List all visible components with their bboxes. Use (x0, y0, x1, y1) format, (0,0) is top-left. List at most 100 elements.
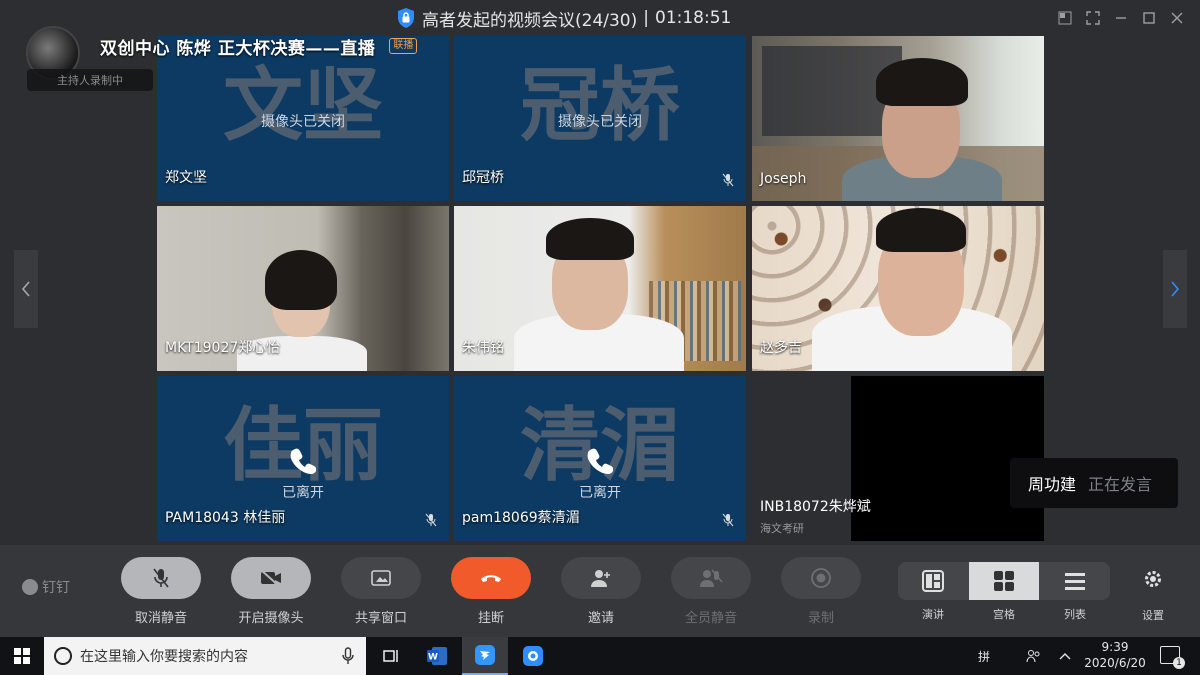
notification-center-icon[interactable]: 1 (1160, 646, 1185, 669)
settings-control[interactable]: 设置 (1136, 569, 1170, 623)
participant-name: Joseph (760, 171, 807, 187)
invite-button[interactable] (561, 557, 641, 599)
mute-all-button[interactable] (671, 557, 751, 599)
record-label: 录制 (807, 611, 834, 626)
layout-speaker-icon (922, 570, 944, 592)
layout-grid-button[interactable] (969, 562, 1039, 600)
share-window-icon (371, 570, 391, 586)
start-button[interactable] (0, 637, 44, 675)
window-controls (1054, 8, 1188, 28)
mute-all-label: 全员静音 (684, 611, 737, 626)
add-person-icon (591, 570, 610, 587)
clock-date: 2020/6/20 (1084, 656, 1146, 670)
hangup-label: 挂断 (477, 611, 504, 626)
participant-tile[interactable]: 清湄 已离开 pam18069蔡清湄 (454, 376, 746, 541)
avatar-text: 冠桥 (520, 59, 680, 152)
title-separator: | (643, 8, 649, 28)
participant-name: INB18072朱烨斌 (760, 499, 871, 515)
participant-tile[interactable]: 冠桥 摄像头已关闭 邱冠桥 (454, 36, 746, 201)
phone-icon (290, 448, 316, 474)
settings-label: 设置 (1142, 609, 1164, 622)
unmute-control: 取消静音 (121, 557, 201, 626)
dingtalk-app-button[interactable] (462, 637, 508, 675)
word-app-button[interactable]: W (414, 637, 460, 675)
meeting-window: 高者发起的视频会议(24/30) | 01:18:51 双创中心 陈烨 正大杯决… (0, 0, 1200, 675)
phone-hangup-icon (481, 575, 501, 582)
participant-video[interactable]: MKT19027郑心怡 (157, 206, 449, 371)
close-icon[interactable] (1166, 8, 1188, 28)
minimize-icon[interactable] (1110, 8, 1132, 28)
pip-icon[interactable] (1054, 8, 1076, 28)
layout-grid-label: 宫格 (993, 608, 1015, 621)
ime-indicator[interactable]: 拼 (978, 637, 990, 675)
participant-video[interactable]: Joseph (752, 36, 1044, 201)
prev-page-button[interactable] (14, 250, 38, 328)
ime-label: 拼 (978, 649, 991, 664)
windows-start-icon (14, 648, 30, 664)
next-page-button[interactable] (1163, 250, 1187, 328)
camera-button[interactable] (231, 557, 311, 599)
avatar-text: 文坚 (223, 59, 383, 152)
mic-muted-icon (425, 513, 437, 527)
left-status: 已离开 (282, 485, 324, 501)
clock-time: 9:39 (1101, 640, 1129, 654)
video-meeting-icon (523, 646, 543, 666)
chevron-left-icon (21, 281, 30, 297)
mic-muted-icon (153, 568, 169, 588)
live-badge: 联播 (389, 38, 418, 54)
svg-text:W: W (428, 653, 438, 663)
camera-off-icon (260, 569, 281, 587)
hangup-button[interactable] (451, 557, 531, 599)
layout-speaker-button[interactable] (898, 562, 968, 600)
chevron-right-icon (1171, 281, 1180, 297)
gear-icon (1145, 571, 1161, 587)
meeting-title: 高者发起的视频会议(24/30) | 01:18:51 (396, 6, 731, 31)
share-button[interactable] (341, 557, 421, 599)
participant-tile[interactable]: INB18072朱烨斌 海文考研 (752, 376, 1044, 541)
dingtalk-logo-icon (22, 579, 38, 595)
task-view-icon (383, 650, 398, 662)
record-button[interactable] (781, 557, 861, 599)
dingtalk-icon (475, 645, 495, 665)
camera-off-status: 摄像头已关闭 (558, 114, 642, 130)
dingtalk-brand: 钉钉 (22, 577, 70, 597)
share-control: 共享窗口 (341, 557, 421, 626)
participant-video[interactable]: 赵多吉 (752, 206, 1044, 371)
taskbar-search[interactable]: 在这里输入你要搜索的内容 (44, 637, 366, 675)
live-title: 双创中心 陈烨 正大杯决赛——直播 (100, 38, 376, 59)
tray-expand-button[interactable] (1058, 637, 1072, 675)
participant-video[interactable]: 朱伟铭 (454, 206, 746, 371)
maximize-icon[interactable] (1138, 8, 1160, 28)
layout-list-label: 列表 (1064, 608, 1086, 621)
fullscreen-icon[interactable] (1082, 8, 1104, 28)
participant-name: pam18069蔡清湄 (462, 510, 580, 526)
control-bar: 钉钉 取消静音 开启摄像头 共享窗口 挂断 邀请 全员静音 录制 演讲 宫格 列… (0, 545, 1200, 637)
layout-speaker-label: 演讲 (922, 608, 944, 621)
people-icon (1026, 650, 1040, 663)
search-placeholder: 在这里输入你要搜索的内容 (80, 649, 248, 665)
invite-control: 邀请 (561, 557, 641, 626)
participant-tile[interactable]: 佳丽 已离开 PAM18043 林佳丽 (157, 376, 449, 541)
invite-label: 邀请 (587, 611, 614, 626)
unmute-button[interactable] (121, 557, 201, 599)
left-status: 已离开 (579, 485, 621, 501)
meeting-app-button[interactable] (510, 637, 556, 675)
participant-subtitle: 海文考研 (760, 522, 804, 535)
task-view-button[interactable] (368, 637, 414, 675)
participant-name: PAM18043 林佳丽 (165, 510, 286, 526)
hangup-control: 挂断 (451, 557, 531, 626)
microphone-icon[interactable] (342, 647, 354, 665)
live-header: 双创中心 陈烨 正大杯决赛——直播 联播 (26, 26, 418, 80)
unmute-label: 取消静音 (134, 611, 187, 626)
speaking-indicator: 周功建 正在发言 (1010, 458, 1178, 508)
participant-name: 郑文坚 (165, 170, 207, 186)
layout-list-button[interactable] (1040, 562, 1110, 600)
camera-off-status: 摄像头已关闭 (261, 114, 345, 130)
notification-count: 1 (1173, 657, 1185, 669)
participant-name: 赵多吉 (760, 340, 802, 356)
system-clock[interactable]: 9:39 2020/6/20 (1080, 639, 1150, 671)
mic-muted-icon (722, 173, 734, 187)
phone-icon (587, 448, 613, 474)
participant-name: MKT19027郑心怡 (165, 340, 281, 356)
people-button[interactable] (1026, 637, 1042, 675)
